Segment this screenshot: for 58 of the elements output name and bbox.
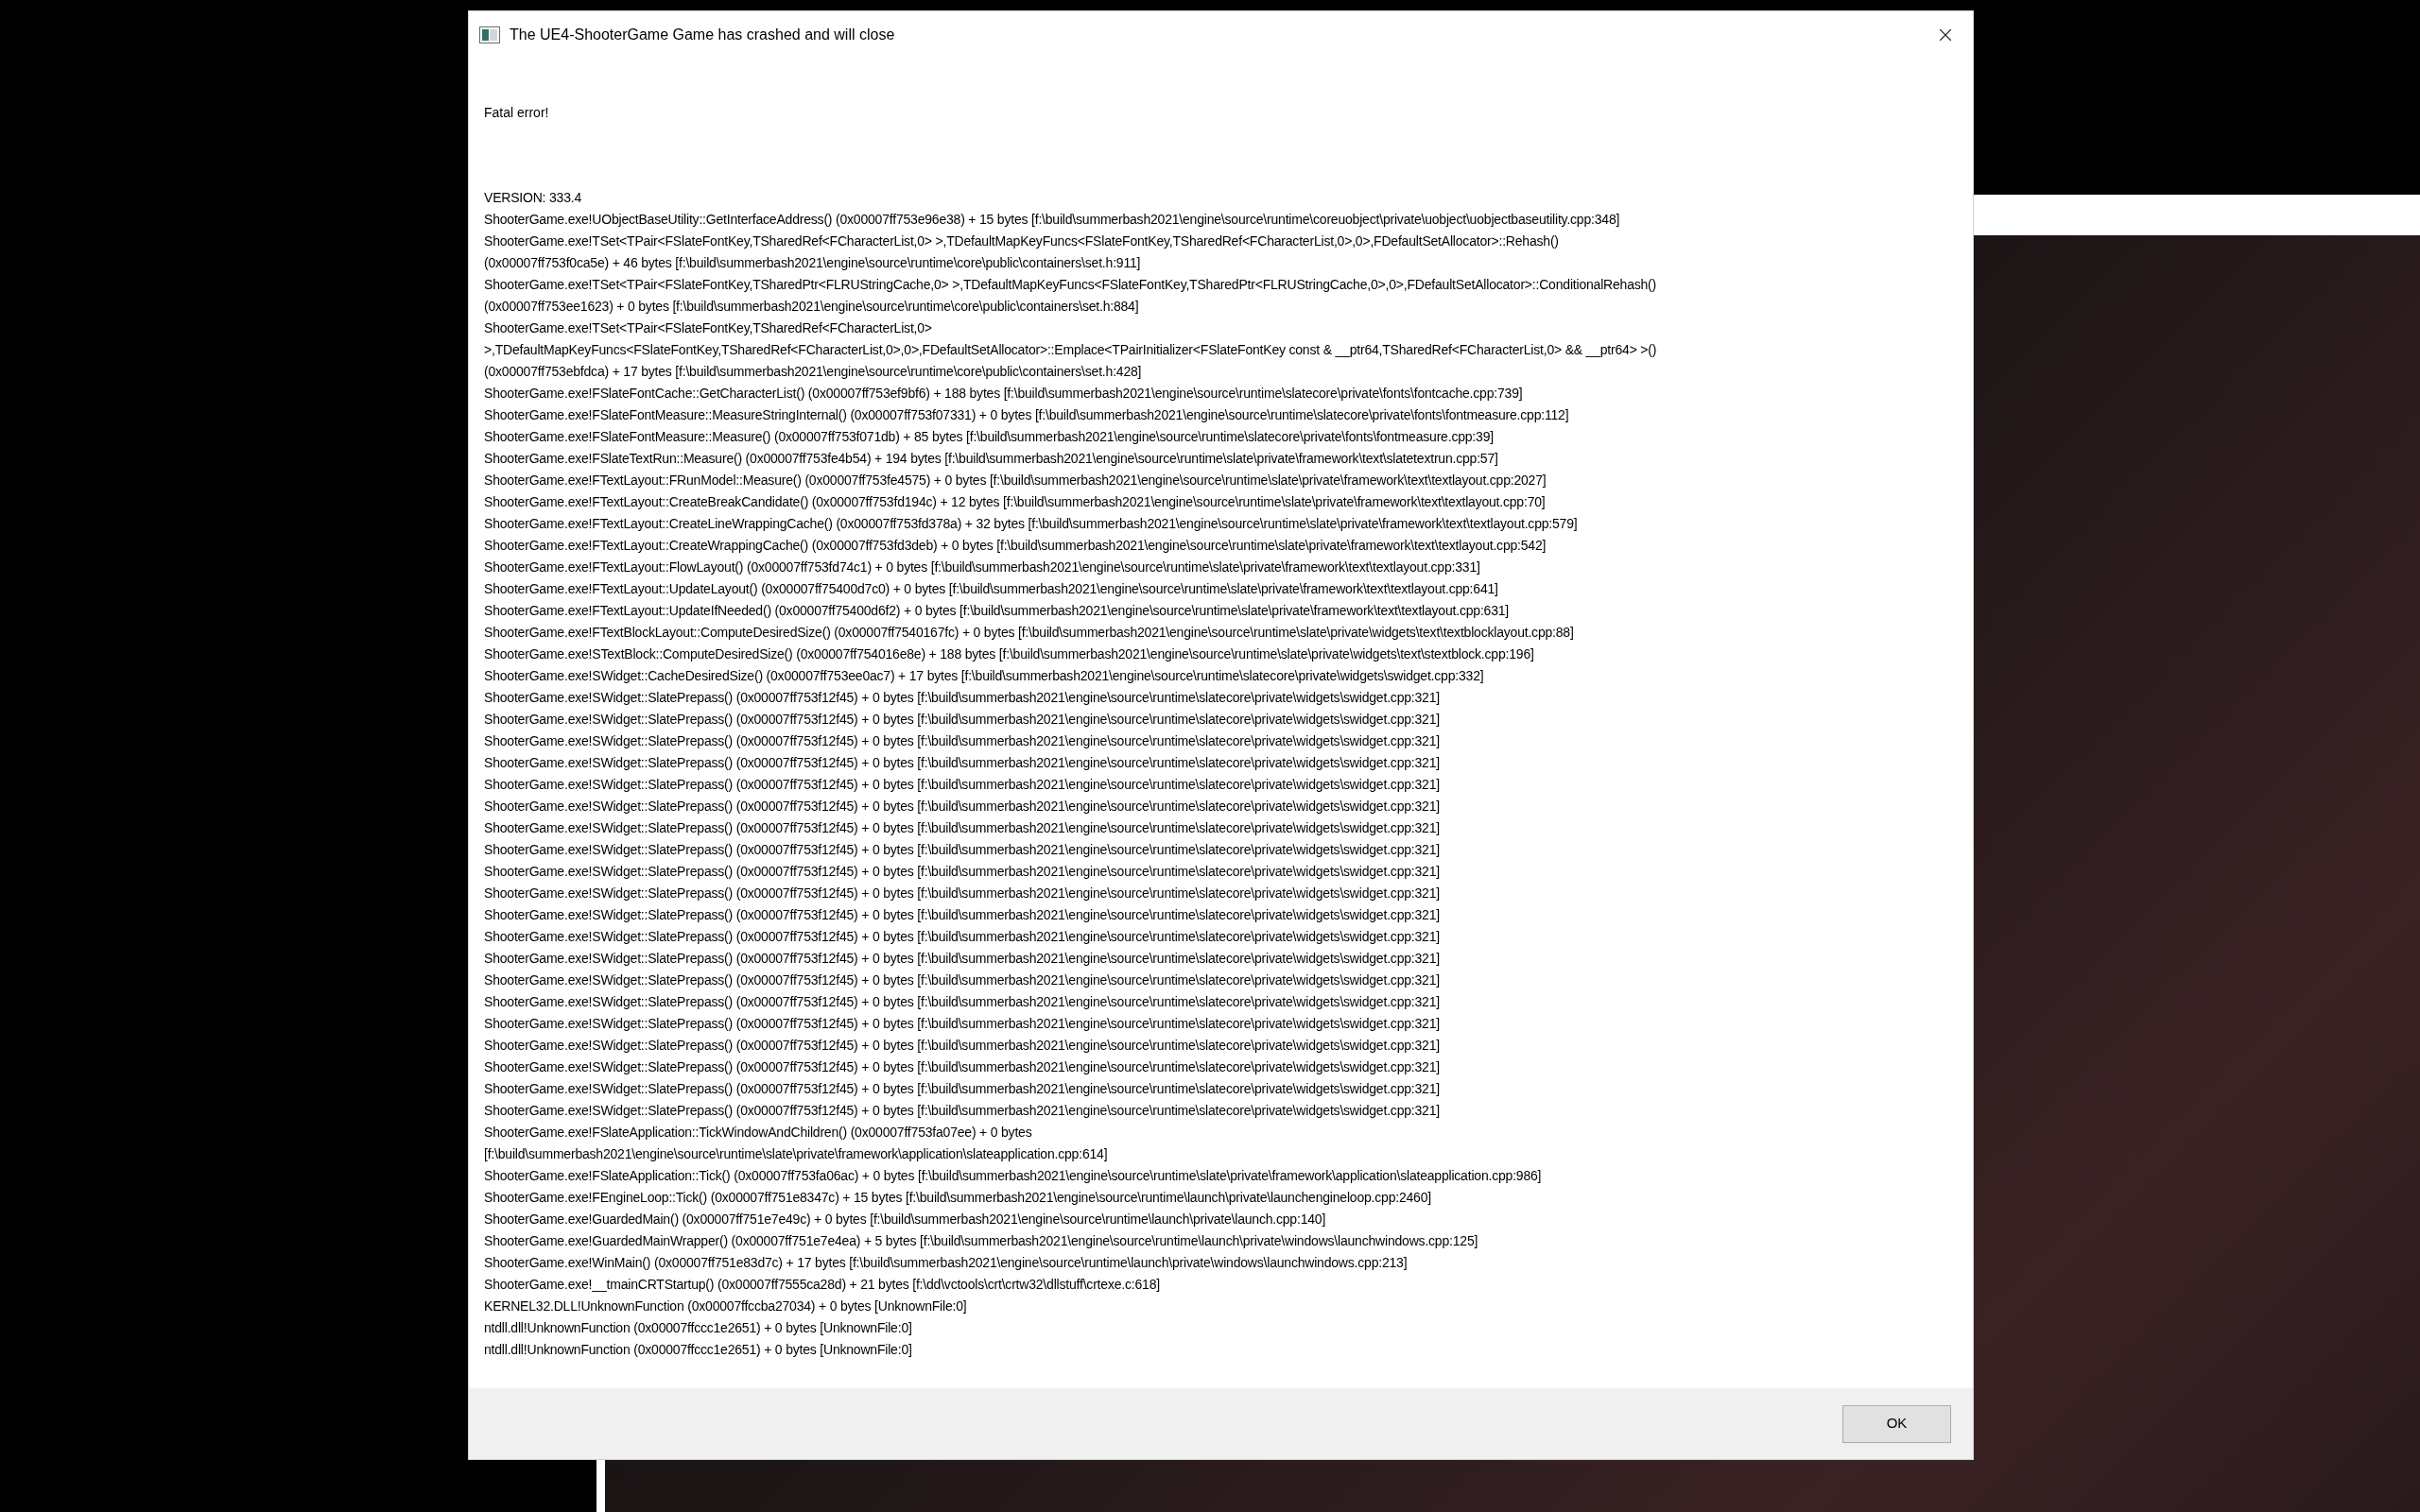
stack-trace-line: ShooterGame.exe!GuardedMain() (0x00007ff751e7e49c) + 0 bytes [f:\build\summerbash2021\engine\source\runtime\launch\private\launch.cpp:140] xyxy=(484,1211,1326,1228)
stack-trace-line: ShooterGame.exe!SWidget::SlatePrepass() (0x00007ff753f12f45) + 0 bytes [f:\build\summerbash2021\engine\source\runtime\slatecore\private\widgets\swidget.cpp:321] xyxy=(484,993,1440,1011)
stack-trace-line: ShooterGame.exe!FTextLayout::UpdateLayout() (0x00007ff75400d7c0) + 0 bytes [f:\build\summerbash2021\engine\source\runtime\slate\private\framework\text\textlayout.cpp:641] xyxy=(484,580,1498,598)
stack-trace-line: ntdll.dll!UnknownFunction (0x00007ffccc1e2651) + 0 bytes [UnknownFile:0] xyxy=(484,1319,912,1337)
stack-trace-line: ShooterGame.exe!SWidget::SlatePrepass() (0x00007ff753f12f45) + 0 bytes [f:\build\summerbash2021\engine\source\runtime\slatecore\private\widgets\swidget.cpp:321] xyxy=(484,711,1440,729)
ok-button[interactable]: OK xyxy=(1842,1404,1951,1443)
stack-trace-line: ShooterGame.exe!SWidget::SlatePrepass() (0x00007ff753f12f45) + 0 bytes [f:\build\summerbash2021\engine\source\runtime\slatecore\private\widgets\swidget.cpp:321] xyxy=(484,841,1440,859)
stack-trace-line: ShooterGame.exe!FTextLayout::FlowLayout() (0x00007ff753fd74c1) + 0 bytes [f:\build\summerbash2021\engine\source\runtime\slate\private\framework\text\textlayout.cpp:331] xyxy=(484,558,1480,576)
stack-trace-line: ShooterGame.exe!SWidget::SlatePrepass() (0x00007ff753f12f45) + 0 bytes [f:\build\summerbash2021\engine\source\runtime\slatecore\private\widgets\swidget.cpp:321] xyxy=(484,1037,1440,1055)
stack-trace-line: ShooterGame.exe!FEngineLoop::Tick() (0x00007ff751e8347c) + 15 bytes [f:\build\summerbash2021\engine\source\runtime\launch\private\launchengineloop.cpp:2460] xyxy=(484,1189,1431,1207)
stack-trace-line: ShooterGame.exe!FSlateFontMeasure::Measure() (0x00007ff753f071db) + 85 bytes [f:\build\summerbash2021\engine\source\runtime\slatecore\private\fonts\fontmeasure.cpp:39] xyxy=(484,428,1494,446)
stack-trace-line: ShooterGame.exe!SWidget::SlatePrepass() (0x00007ff753f12f45) + 0 bytes [f:\build\summerbash2021\engine\source\runtime\slatecore\private\widgets\swidget.cpp:321] xyxy=(484,819,1440,837)
stack-trace-line: ShooterGame.exe!SWidget::SlatePrepass() (0x00007ff753f12f45) + 0 bytes [f:\build\summerbash2021\engine\source\runtime\slatecore\private\widgets\swidget.cpp:321] xyxy=(484,1015,1440,1033)
stack-trace-line: ShooterGame.exe!SWidget::SlatePrepass() (0x00007ff753f12f45) + 0 bytes [f:\build\summerbash2021\engine\source\runtime\slatecore\private\widgets\swidget.cpp:321] xyxy=(484,732,1440,750)
stack-trace-line: ShooterGame.exe!SWidget::SlatePrepass() (0x00007ff753f12f45) + 0 bytes [f:\build\summerbash2021\engine\source\runtime\slatecore\private\widgets\swidget.cpp:321] xyxy=(484,950,1440,968)
error-heading: Fatal error! xyxy=(484,104,549,122)
stack-trace-line: ShooterGame.exe!SWidget::SlatePrepass() (0x00007ff753f12f45) + 0 bytes [f:\build\summerbash2021\engine\source\runtime\slatecore\private\widgets\swidget.cpp:321] xyxy=(484,776,1440,794)
stack-trace-line: KERNEL32.DLL!UnknownFunction (0x00007ffccba27034) + 0 bytes [UnknownFile:0] xyxy=(484,1297,967,1315)
stack-trace-line: ShooterGame.exe!FSlateFontCache::GetCharacterList() (0x00007ff753ef9bf6) + 188 bytes [f:\build\summerbash2021\engine\source\runtime\slatecore\private\fonts\fontcache.cpp:739] xyxy=(484,385,1523,403)
stack-trace-line: ShooterGame.exe!SWidget::SlatePrepass() (0x00007ff753f12f45) + 0 bytes [f:\build\summerbash2021\engine\source\runtime\slatecore\private\widgets\swidget.cpp:321] xyxy=(484,863,1440,881)
stack-trace-line: ShooterGame.exe!SWidget::SlatePrepass() (0x00007ff753f12f45) + 0 bytes [f:\build\summerbash2021\engine\source\runtime\slatecore\private\widgets\swidget.cpp:321] xyxy=(484,689,1440,707)
stack-trace-line: VERSION: 333.4 xyxy=(484,189,582,207)
stack-trace-line: ShooterGame.exe!FSlateFontMeasure::MeasureStringInternal() (0x00007ff753f07331) + 0 bytes [f:\build\summerbash2021\engine\source\runtime\slatecore\private\fonts\fontmeasure.cpp:112] xyxy=(484,406,1569,424)
stack-trace-line: ntdll.dll!UnknownFunction (0x00007ffccc1e2651) + 0 bytes [UnknownFile:0] xyxy=(484,1341,912,1359)
stack-trace-line: ShooterGame.exe!FSlateTextRun::Measure() (0x00007ff753fe4b54) + 194 bytes [f:\build\summerbash2021\engine\source\runtime\slate\private\framework\text\slatetextrun.cpp:57] xyxy=(484,450,1498,468)
stack-trace-line: ShooterGame.exe!FTextBlockLayout::ComputeDesiredSize() (0x00007ff7540167fc) + 0 bytes [f:\build\summerbash2021\engine\source\runtime\slate\private\widgets\text\textblocklayout.cpp:88] xyxy=(484,624,1574,642)
stack-trace-line: ShooterGame.exe!SWidget::SlatePrepass() (0x00007ff753f12f45) + 0 bytes [f:\build\summerbash2021\engine\source\runtime\slatecore\private\widgets\swidget.cpp:321] xyxy=(484,754,1440,772)
stack-trace-line: ShooterGame.exe!SWidget::SlatePrepass() (0x00007ff753f12f45) + 0 bytes [f:\build\summerbash2021\engine\source\runtime\slatecore\private\widgets\swidget.cpp:321] xyxy=(484,1058,1440,1076)
stack-trace-line: ShooterGame.exe!GuardedMainWrapper() (0x00007ff751e7e4ea) + 5 bytes [f:\build\summerbash2021\engine\source\runtime\launch\private\windows\launchwindows.cpp:125] xyxy=(484,1232,1478,1250)
stack-trace-line: ShooterGame.exe!STextBlock::ComputeDesiredSize() (0x00007ff754016e8e) + 188 bytes [f:\build\summerbash2021\engine\source\runtime\slate\private\widgets\text\stextblock.cpp:196] xyxy=(484,645,1534,663)
stack-trace-line: ShooterGame.exe!TSet<TPair<FSlateFontKey,TSharedRef<FCharacterList,0> xyxy=(484,319,932,337)
stack-trace-line: ShooterGame.exe!FTextLayout::CreateBreakCandidate() (0x00007ff753fd194c) + 12 bytes [f:\build\summerbash2021\engine\source\runtime\slate\private\framework\text\textlayout.cpp:70] xyxy=(484,493,1546,511)
window-icon xyxy=(479,26,500,43)
stack-trace-line: ShooterGame.exe!SWidget::SlatePrepass() (0x00007ff753f12f45) + 0 bytes [f:\build\summerbash2021\engine\source\runtime\slatecore\private\widgets\swidget.cpp:321] xyxy=(484,906,1440,924)
window-title: The UE4-ShooterGame Game has crashed and will close xyxy=(510,26,895,44)
stack-trace-line: ShooterGame.exe!WinMain() (0x00007ff751e83d7c) + 17 bytes [f:\build\summerbash2021\engine\source\runtime\launch\private\windows\launchwindows.cpp:213] xyxy=(484,1254,1408,1272)
stack-trace-line: ShooterGame.exe!TSet<TPair<FSlateFontKey,TSharedPtr<FLRUStringCache,0> >,TDefaultMapKeyFuncs<FSlateFontKey,TSharedPtr<FLRUStringCache,0>,0>,FDefaultSetAllocator>::ConditionalRehash() xyxy=(484,276,1657,294)
stack-trace-line: ShooterGame.exe!FTextLayout::UpdateIfNeeded() (0x00007ff75400d6f2) + 0 bytes [f:\build\summerbash2021\engine\source\runtime\slate\private\framework\text\textlayout.cpp:631] xyxy=(484,602,1510,620)
stack-trace-line: ShooterGame.exe!FTextLayout::CreateLineWrappingCache() (0x00007ff753fd378a) + 32 bytes [f:\build\summerbash2021\engine\source\runtime\slate\private\framework\text\textlayout.cpp:579] xyxy=(484,515,1578,533)
stack-trace-line: ShooterGame.exe!FSlateApplication::TickWindowAndChildren() (0x00007ff753fa07ee) + 0 bytes xyxy=(484,1124,1032,1142)
stack-trace-line: ShooterGame.exe!SWidget::SlatePrepass() (0x00007ff753f12f45) + 0 bytes [f:\build\summerbash2021\engine\source\runtime\slatecore\private\widgets\swidget.cpp:321] xyxy=(484,928,1440,946)
stack-trace-line: (0x00007ff753ebfdca) + 17 bytes [f:\build\summerbash2021\engine\source\runtime\core\public\containers\set.h:428] xyxy=(484,363,1142,381)
stack-trace-line: (0x00007ff753f0ca5e) + 46 bytes [f:\build\summerbash2021\engine\source\runtime\core\public\containers\set.h:911] xyxy=(484,254,1141,272)
stack-trace-line: ShooterGame.exe!UObjectBaseUtility::GetInterfaceAddress() (0x00007ff753e96e38) + 15 bytes [f:\build\summerbash2021\engine\source\runtime\coreuobject\private\uobject\uobjectbaseutility.cpp:348] xyxy=(484,211,1620,229)
stack-trace-line: ShooterGame.exe!SWidget::SlatePrepass() (0x00007ff753f12f45) + 0 bytes [f:\build\summerbash2021\engine\source\runtime\slatecore\private\widgets\swidget.cpp:321] xyxy=(484,971,1440,989)
stack-trace-line: ShooterGame.exe!SWidget::SlatePrepass() (0x00007ff753f12f45) + 0 bytes [f:\build\summerbash2021\engine\source\runtime\slatecore\private\widgets\swidget.cpp:321] xyxy=(484,798,1440,816)
stack-trace-line: ShooterGame.exe!SWidget::CacheDesiredSize() (0x00007ff753ee0ac7) + 17 bytes [f:\build\summerbash2021\engine\source\runtime\slatecore\private\widgets\swidget.cpp:332] xyxy=(484,667,1484,685)
stack-trace-line: ShooterGame.exe!FSlateApplication::Tick() (0x00007ff753fa06ac) + 0 bytes [f:\build\summerbash2021\engine\source\runtime\slate\private\framework\application\slateapplication.cpp:986] xyxy=(484,1167,1542,1185)
stack-trace-line: ShooterGame.exe!TSet<TPair<FSlateFontKey,TSharedRef<FCharacterList,0> >,TDefaultMapKeyFuncs<FSlateFontKey,TSharedRef<FCharacterList,0>,0>,FDefaultSetAllocator>::Rehash() xyxy=(484,232,1559,250)
stack-trace-line: (0x00007ff753ee1623) + 0 bytes [f:\build\summerbash2021\engine\source\runtime\core\public\containers\set.h:884] xyxy=(484,298,1139,316)
stack-trace-line: ShooterGame.exe!FTextLayout::FRunModel::Measure() (0x00007ff753fe4575) + 0 bytes [f:\build\summerbash2021\engine\source\runtime\slate\private\framework\text\textlayout.cpp:2027] xyxy=(484,472,1547,490)
stack-trace-line: ShooterGame.exe!FTextLayout::CreateWrappingCache() (0x00007ff753fd3deb) + 0 bytes [f:\build\summerbash2021\engine\source\runtime\slate\private\framework\text\textlayout.cpp:542] xyxy=(484,537,1547,555)
stack-trace-line: >,TDefaultMapKeyFuncs<FSlateFontKey,TSharedRef<FCharacterList,0>,0>,FDefaultSetAllocator>::Emplace<TPairInitializer<FSlateFontKey const & __ptr64,TSharedRef<FCharacterList,0> && __ptr64> >() xyxy=(484,341,1657,359)
stack-trace-line: ShooterGame.exe!SWidget::SlatePrepass() (0x00007ff753f12f45) + 0 bytes [f:\build\summerbash2021\engine\source\runtime\slatecore\private\widgets\swidget.cpp:321] xyxy=(484,1102,1440,1120)
stack-trace-line: ShooterGame.exe!SWidget::SlatePrepass() (0x00007ff753f12f45) + 0 bytes [f:\build\summerbash2021\engine\source\runtime\slatecore\private\widgets\swidget.cpp:321] xyxy=(484,885,1440,902)
stack-trace-line: ShooterGame.exe!SWidget::SlatePrepass() (0x00007ff753f12f45) + 0 bytes [f:\build\summerbash2021\engine\source\runtime\slatecore\private\widgets\swidget.cpp:321] xyxy=(484,1080,1440,1098)
stack-trace-line: ShooterGame.exe!__tmainCRTStartup() (0x00007ff7555ca28d) + 21 bytes [f:\dd\vctools\crt\crtw32\dllstuff\crtexe.c:618] xyxy=(484,1276,1160,1294)
stack-trace-line: [f:\build\summerbash2021\engine\source\runtime\slate\private\framework\application\slateapplication.cpp:614] xyxy=(484,1145,1108,1163)
